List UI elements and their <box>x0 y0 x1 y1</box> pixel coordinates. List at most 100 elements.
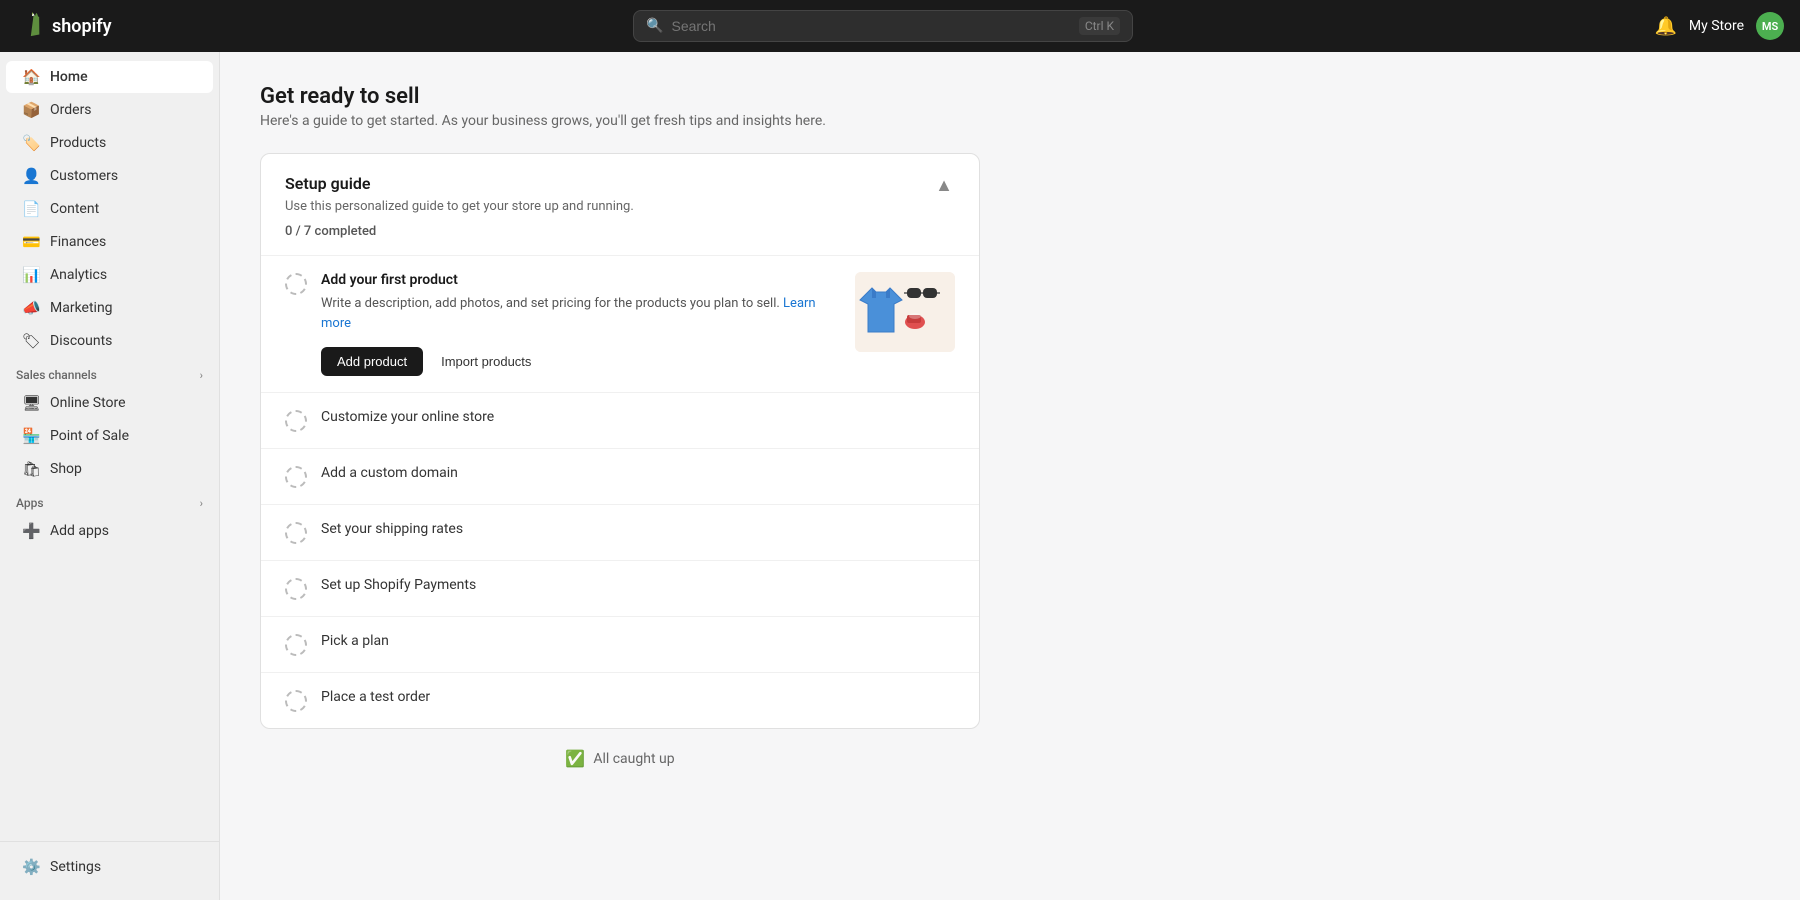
sidebar-item-products[interactable]: 🏷️ Products <box>6 127 213 159</box>
apps-label: Apps <box>16 496 44 510</box>
sidebar-label-customers: Customers <box>50 168 118 184</box>
marketing-icon: 📣 <box>22 299 40 317</box>
add-apps-icon: ➕ <box>22 522 40 540</box>
sidebar-label-online-store: Online Store <box>50 395 126 411</box>
bell-icon[interactable]: 🔔 <box>1654 16 1676 37</box>
search-input[interactable] <box>671 18 1070 34</box>
sidebar-label-discounts: Discounts <box>50 333 112 349</box>
task-desc-add-first-product: Write a description, add photos, and set… <box>321 294 841 333</box>
search-container: 🔍 Ctrl K <box>633 10 1133 42</box>
topnav-right: 🔔 My Store MS <box>1654 12 1784 40</box>
task-circle-shopify-payments <box>285 578 307 600</box>
task-circle-add-first-product <box>285 273 307 295</box>
task-content-pick-plan: Pick a plan <box>321 633 955 649</box>
task-circle-add-domain <box>285 466 307 488</box>
top-navigation: shopify 🔍 Ctrl K 🔔 My Store MS <box>0 0 1800 52</box>
sidebar-item-orders[interactable]: 📦Orders <box>6 94 213 126</box>
shop-icon: 🛍 <box>22 460 40 478</box>
setup-card-header: Setup guide Use this personalized guide … <box>261 154 979 256</box>
sidebar-item-analytics[interactable]: 📊 Analytics <box>6 259 213 291</box>
sidebar: 🏠Home📦Orders 🏷️ Products 👤 Customers 📄 Content… <box>0 52 220 900</box>
sidebar-label-content: Content <box>50 201 99 217</box>
task-learn-more-add-first-product[interactable]: Learn more <box>321 296 816 331</box>
sidebar-item-point-of-sale[interactable]: 🏪 Point of Sale <box>6 420 213 452</box>
sidebar-item-add-apps[interactable]: ➕ Add apps <box>6 515 213 547</box>
sidebar-item-finances[interactable]: 💳 Finances <box>6 226 213 258</box>
sidebar-label-add-apps: Add apps <box>50 523 109 539</box>
sidebar-label-marketing: Marketing <box>50 300 113 316</box>
completed-label: completed <box>315 224 377 239</box>
setup-guide-card: Setup guide Use this personalized guide … <box>260 153 980 729</box>
sidebar-item-settings[interactable]: ⚙️Settings <box>6 851 213 883</box>
search-shortcut: Ctrl K <box>1079 17 1120 35</box>
task-item-pick-plan[interactable]: Pick a plan <box>261 617 979 673</box>
sales-channels-chevron[interactable]: › <box>200 369 203 382</box>
add-product-button[interactable]: Add product <box>321 347 423 376</box>
sidebar-item-home[interactable]: 🏠Home <box>6 61 213 93</box>
task-title-add-first-product: Add your first product <box>321 272 841 288</box>
avatar[interactable]: MS <box>1756 12 1784 40</box>
all-caught-up-text: All caught up <box>593 751 674 767</box>
task-title-shipping-rates: Set your shipping rates <box>321 521 955 537</box>
sidebar-label-analytics: Analytics <box>50 267 107 283</box>
search-box[interactable]: 🔍 Ctrl K <box>633 10 1133 42</box>
sidebar-label-home: Home <box>50 69 88 85</box>
task-title-test-order: Place a test order <box>321 689 955 705</box>
sidebar-label-finances: Finances <box>50 234 106 250</box>
task-item-customize-store[interactable]: Customize your online store <box>261 393 979 449</box>
task-item-add-domain[interactable]: Add a custom domain <box>261 449 979 505</box>
app-body: 🏠Home📦Orders 🏷️ Products 👤 Customers 📄 Content… <box>0 52 1800 900</box>
task-item-shopify-payments[interactable]: Set up Shopify Payments <box>261 561 979 617</box>
main-content: Get ready to sell Here's a guide to get … <box>220 52 1800 900</box>
discounts-icon: 🏷 <box>22 332 40 350</box>
sidebar-item-customers[interactable]: 👤 Customers <box>6 160 213 192</box>
task-item-shipping-rates[interactable]: Set your shipping rates <box>261 505 979 561</box>
sidebar-item-online-store[interactable]: 🖥Online Store <box>6 387 213 419</box>
import-products-button[interactable]: Import products <box>433 347 539 376</box>
sidebar-item-shop[interactable]: 🛍 Shop <box>6 453 213 485</box>
task-content-shopify-payments: Set up Shopify Payments <box>321 577 955 593</box>
sidebar-label-shop: Shop <box>50 461 82 477</box>
sidebar-label-orders: Orders <box>50 102 92 118</box>
collapse-button[interactable]: ▲ <box>933 174 955 196</box>
task-item-add-first-product[interactable]: Add your first product Write a descripti… <box>261 256 979 393</box>
task-circle-customize-store <box>285 410 307 432</box>
analytics-icon: 📊 <box>22 266 40 284</box>
customers-icon: 👤 <box>22 167 40 185</box>
task-title-pick-plan: Pick a plan <box>321 633 955 649</box>
sidebar-label-point-of-sale: Point of Sale <box>50 428 129 444</box>
setup-guide-description: Use this personalized guide to get your … <box>285 199 634 214</box>
point-of-sale-icon: 🏪 <box>22 427 40 445</box>
page-title: Get ready to sell <box>260 84 1760 109</box>
setup-guide-info: Setup guide Use this personalized guide … <box>285 174 634 239</box>
task-content-add-first-product: Add your first product Write a descripti… <box>321 272 841 376</box>
task-content-add-domain: Add a custom domain <box>321 465 955 481</box>
task-content-shipping-rates: Set your shipping rates <box>321 521 955 537</box>
task-image-add-first-product <box>855 272 955 352</box>
task-item-test-order[interactable]: Place a test order <box>261 673 979 728</box>
setup-guide-title: Setup guide <box>285 174 634 193</box>
task-circle-pick-plan <box>285 634 307 656</box>
finances-icon: 💳 <box>22 233 40 251</box>
task-title-add-domain: Add a custom domain <box>321 465 955 481</box>
sidebar-bottom: ⚙️Settings <box>0 841 219 892</box>
setup-progress: 0 / 7 completed <box>285 224 634 239</box>
shopify-logo[interactable]: shopify <box>16 12 112 40</box>
search-icon: 🔍 <box>646 18 663 34</box>
content-icon: 📄 <box>22 200 40 218</box>
task-actions-add-first-product: Add product Import products <box>321 347 841 376</box>
task-content-test-order: Place a test order <box>321 689 955 705</box>
sidebar-item-discounts[interactable]: 🏷 Discounts <box>6 325 213 357</box>
task-circle-shipping-rates <box>285 522 307 544</box>
all-caught-up: ✅ All caught up <box>260 729 980 788</box>
caught-up-icon: ✅ <box>565 749 585 768</box>
sales-channels-label: Sales channels <box>16 368 97 382</box>
apps-chevron[interactable]: › <box>200 497 203 510</box>
sidebar-item-marketing[interactable]: 📣 Marketing <box>6 292 213 324</box>
sidebar-item-content[interactable]: 📄 Content <box>6 193 213 225</box>
products-icon: 🏷️ <box>22 134 40 152</box>
apps-section: Apps › <box>0 486 219 514</box>
sales-channels-section: Sales channels › <box>0 358 219 386</box>
sidebar-label-products: Products <box>50 135 106 151</box>
progress-fraction: 0 / 7 <box>285 224 311 239</box>
